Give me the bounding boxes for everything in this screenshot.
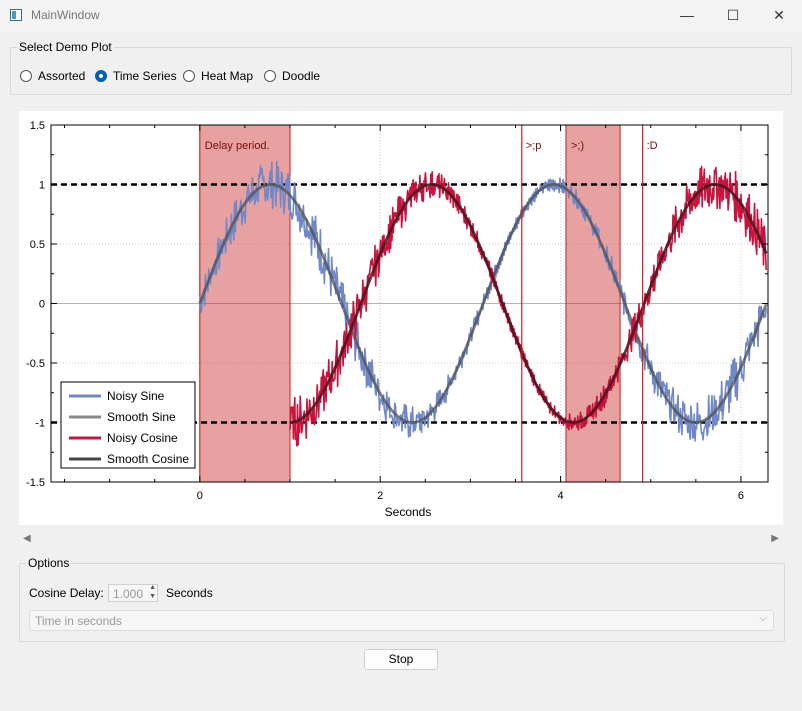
y-tick-label: -0.5 (26, 358, 45, 370)
scroll-left-icon[interactable]: ◀ (23, 533, 31, 544)
legend-entry: Smooth Cosine (107, 452, 189, 466)
x-axis-label: Seconds (385, 505, 432, 519)
radio-indicator-checked (95, 70, 107, 82)
radio-indicator (20, 70, 32, 82)
radio-indicator (183, 70, 195, 82)
title-bar: MainWindow — ☐ ✕ (0, 0, 802, 31)
time-series-chart[interactable]: Delay period. >;) >;p :D 1.5 1 0.5 0 -0.5 -1 -1.5… (19, 111, 783, 525)
minimize-button[interactable]: — (664, 0, 710, 31)
y-tick-label: 1 (39, 180, 45, 192)
radio-time-series-label: Time Series (113, 69, 177, 83)
chevron-down-icon: ⌵ (759, 613, 767, 624)
region-label: >;) (571, 140, 584, 152)
options-title: Options (26, 556, 72, 570)
stop-button[interactable]: Stop (364, 649, 438, 670)
legend-entry: Smooth Sine (107, 410, 176, 424)
maximize-button[interactable]: ☐ (710, 0, 756, 31)
radio-doodle-label: Doodle (282, 69, 321, 83)
chart-legend: Noisy Sine Smooth Sine Noisy Cosine Smooth … (60, 381, 196, 469)
y-tick-label: 0 (39, 299, 45, 311)
radio-indicator (264, 70, 276, 82)
marker-label: :D (647, 140, 658, 152)
select-demo-plot-title: Select Demo Plot (17, 40, 114, 54)
spin-down-icon[interactable]: ▼ (149, 593, 156, 600)
x-tick-label: 4 (558, 490, 564, 502)
y-tick-label: 0.5 (30, 239, 45, 251)
radio-assorted[interactable]: Assorted (20, 68, 85, 84)
app-icon (10, 9, 22, 21)
radio-heat-map-label: Heat Map (201, 69, 254, 83)
radio-heat-map[interactable]: Heat Map (183, 68, 253, 84)
y-tick-label: -1 (35, 418, 45, 430)
combo-placeholder: Time in seconds (35, 614, 122, 628)
radio-time-series[interactable]: Time Series (95, 68, 177, 84)
spin-up-icon[interactable]: ▲ (149, 584, 156, 591)
cosine-delay-spinbox[interactable]: 1.000 ▲ ▼ (108, 584, 158, 602)
marker-label: >;p (526, 140, 542, 152)
window-title: MainWindow (31, 8, 100, 22)
region-label: Delay period. (205, 140, 270, 152)
cosine-delay-unit: Seconds (166, 586, 213, 600)
legend-entry: Noisy Sine (107, 389, 165, 403)
scroll-right-icon[interactable]: ▶ (771, 533, 779, 544)
shaded-region (565, 124, 621, 483)
cosine-delay-label: Cosine Delay: (29, 586, 104, 600)
cosine-delay-value: 1.000 (113, 587, 144, 601)
time-format-combobox[interactable]: Time in seconds ⌵ (29, 610, 774, 631)
horizontal-scrollbar[interactable]: ◀ ▶ (19, 531, 783, 549)
x-tick-label: 2 (377, 490, 383, 502)
x-tick-label: 6 (738, 490, 744, 502)
plot-panel[interactable]: Delay period. >;) >;p :D 1.5 1 0.5 0 -0.5 -1 -1.5… (19, 111, 783, 525)
radio-doodle[interactable]: Doodle (264, 68, 320, 84)
y-tick-label: 1.5 (30, 120, 45, 132)
close-button[interactable]: ✕ (756, 0, 802, 31)
legend-entry: Noisy Cosine (107, 431, 178, 445)
y-tick-label: -1.5 (26, 477, 45, 489)
radio-assorted-label: Assorted (38, 69, 86, 83)
x-tick-label: 0 (197, 490, 203, 502)
